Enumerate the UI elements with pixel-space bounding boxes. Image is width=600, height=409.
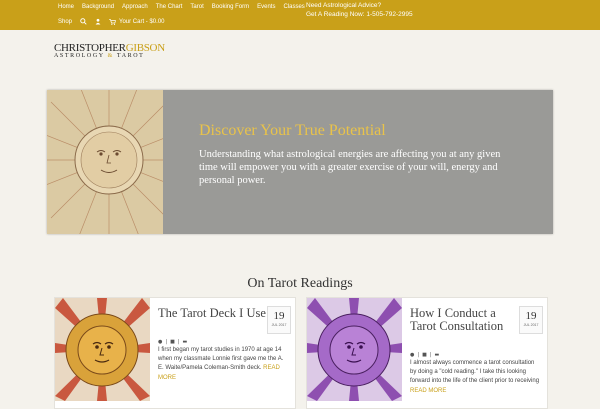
post-title[interactable]: The Tarot Deck I Use (158, 307, 268, 320)
post-date-month: JUL 2017 (271, 323, 287, 327)
post-thumbnail[interactable] (307, 298, 402, 401)
sun-engraving-image (47, 90, 163, 234)
post-title[interactable]: How I Conduct a Tarot Consultation (410, 307, 520, 333)
nav-classes[interactable]: Classes (283, 4, 304, 10)
top-bar: Home Background Approach The Chart Tarot… (0, 0, 600, 30)
section-title: On Tarot Readings (247, 276, 353, 291)
nav-background[interactable]: Background (82, 4, 114, 10)
secondary-nav: Shop Your Cart - $0.00 (58, 18, 173, 25)
main-nav: Home Background Approach The Chart Tarot… (58, 4, 313, 10)
advice-block: Need Astrological Advice? Get A Reading … (306, 1, 413, 19)
post-date-day: 19 (273, 310, 285, 322)
hero-text: Understanding what astrological energies… (199, 149, 501, 186)
advice-heading: Need Astrological Advice? (306, 2, 382, 9)
author-icon[interactable]: ● (158, 339, 162, 345)
post-date-month: JUL 2017 (523, 323, 539, 327)
post-meta: ● | ■ | ▬ (158, 339, 188, 345)
post-excerpt-text: I almost always commence a tarot consult… (410, 360, 540, 385)
nav-tarot[interactable]: Tarot (190, 4, 203, 10)
cart-label: Your Cart - $0.00 (119, 18, 165, 25)
logo-amp: & (107, 53, 114, 59)
hero-banner: Discover Your True Potential Understandi… (47, 90, 553, 234)
post-card: The Tarot Deck I Use 19 JUL 2017 ● | ■ | ▬… (54, 297, 296, 409)
cart-link[interactable]: Your Cart - $0.00 (109, 18, 165, 25)
nav-events[interactable]: Events (257, 4, 275, 10)
post-meta: ● | ■ | ▬ (410, 352, 440, 358)
advice-phone[interactable]: Get A Reading Now: 1-505-792-2995 (306, 10, 413, 19)
nav-approach[interactable]: Approach (122, 4, 148, 10)
cart-icon (109, 18, 117, 25)
folder-icon[interactable]: ■ (170, 339, 175, 345)
post-date: 19 JUL 2017 (267, 306, 291, 334)
logo-sub-astrology: ASTROLOGY (54, 53, 105, 59)
logo-sub-tarot: TAROT (116, 53, 145, 59)
search-icon[interactable] (80, 18, 87, 25)
post-excerpt: I first began my tarot studies in 1970 a… (158, 346, 288, 383)
nav-the-chart[interactable]: The Chart (156, 4, 183, 10)
author-icon[interactable]: ● (410, 352, 414, 358)
read-more-link[interactable]: READ MORE (410, 388, 446, 394)
nav-booking-form[interactable]: Booking Form (212, 4, 249, 10)
folder-icon[interactable]: ■ (422, 352, 427, 358)
post-date-day: 19 (525, 310, 537, 322)
comment-icon[interactable]: ▬ (182, 339, 187, 345)
post-card: How I Conduct a Tarot Consultation 19 JU… (306, 297, 548, 409)
nav-home[interactable]: Home (58, 4, 74, 10)
nav-shop[interactable]: Shop (58, 19, 72, 25)
user-icon[interactable] (95, 18, 101, 25)
post-excerpt: I almost always commence a tarot consult… (410, 359, 540, 396)
post-thumbnail[interactable] (55, 298, 150, 401)
post-date: 19 JUL 2017 (519, 306, 543, 334)
hero-title: Discover Your True Potential (199, 122, 386, 139)
site-logo[interactable]: CHRISTOPHERGIBSON ASTROLOGY & TAROT (54, 42, 174, 59)
comment-icon[interactable]: ▬ (434, 352, 439, 358)
